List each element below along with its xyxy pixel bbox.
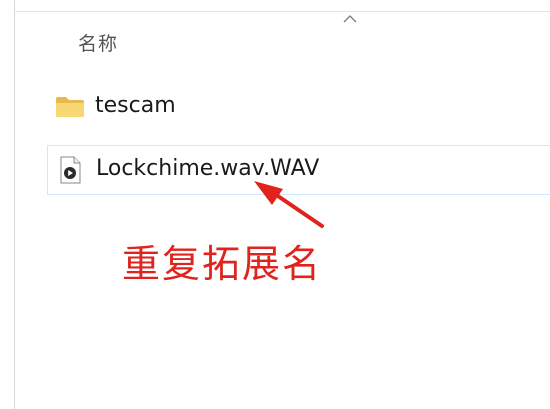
audio-file-icon bbox=[60, 156, 81, 184]
file-row-tescam[interactable]: tescam bbox=[47, 82, 550, 132]
column-header-name[interactable]: 名称 bbox=[78, 29, 118, 56]
chevron-up-icon[interactable] bbox=[340, 12, 360, 26]
annotation-label: 重复拓展名 bbox=[122, 242, 323, 286]
header-divider bbox=[14, 11, 550, 12]
annotation-arrow bbox=[254, 181, 324, 228]
file-name: tescam bbox=[95, 93, 176, 118]
pane-left-border bbox=[14, 0, 15, 409]
folder-icon bbox=[56, 97, 84, 117]
